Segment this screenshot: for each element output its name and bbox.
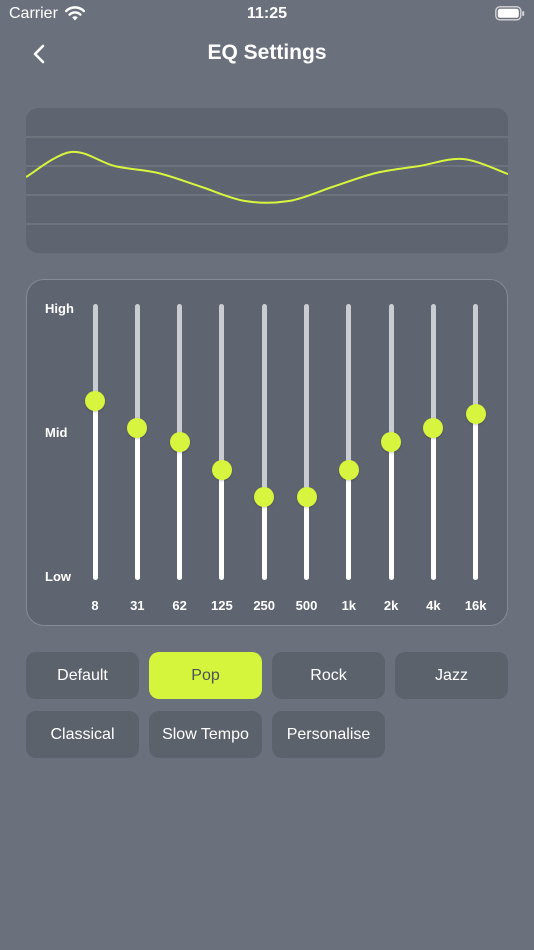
eq-slider-fill — [134, 428, 140, 580]
eq-slider-knob[interactable] — [85, 390, 105, 411]
eq-slider-knob[interactable] — [211, 459, 232, 480]
preset-rock-button[interactable]: Rock — [272, 652, 385, 699]
eq-slider-fill — [388, 442, 394, 580]
eq-slider-16k[interactable] — [465, 304, 486, 580]
eq-slider-fill — [430, 428, 436, 580]
preset-jazz-button[interactable]: Jazz — [395, 652, 508, 699]
eq-slider-knob[interactable] — [296, 487, 317, 508]
eq-slider-fill — [177, 442, 183, 580]
eq-curve-graph — [26, 136, 508, 225]
eq-slider-fill — [473, 414, 479, 580]
eq-curve-preview — [26, 108, 508, 253]
status-bar: Carrier 11:25 — [0, 0, 534, 30]
eq-slider-8[interactable] — [85, 304, 105, 580]
level-label-high: High — [45, 301, 74, 316]
eq-slider-knob[interactable] — [169, 432, 190, 452]
frequency-label: 4k — [426, 598, 441, 613]
clock: 11:25 — [246, 5, 288, 22]
level-label-mid: Mid — [45, 425, 68, 440]
frequency-label: 125 — [211, 598, 233, 613]
eq-slider-fill — [304, 497, 309, 580]
level-label-low: Low — [45, 569, 71, 584]
eq-slider-250[interactable] — [254, 304, 275, 580]
frequency-label: 8 — [91, 598, 99, 613]
eq-slider-knob[interactable] — [423, 418, 444, 439]
frequency-label: 250 — [253, 598, 276, 613]
eq-slider-fill — [346, 469, 352, 580]
frequency-label: 31 — [130, 598, 145, 613]
eq-slider-62[interactable] — [169, 304, 190, 580]
frequency-label: 16k — [464, 598, 487, 613]
eq-slider-125[interactable] — [211, 304, 232, 580]
eq-slider-fill — [219, 469, 225, 580]
eq-slider-fill — [261, 497, 267, 580]
preset-slow-tempo-button[interactable]: Slow Tempo — [149, 711, 262, 758]
eq-slider-2k[interactable] — [381, 304, 402, 580]
eq-slider-knob[interactable] — [127, 418, 148, 439]
equalizer-panel: High Mid Low 8 31 62 125 250 500 1k 2k 4k 16k — [26, 279, 508, 626]
page-title: EQ Settings — [207, 41, 327, 64]
battery-icon — [495, 6, 525, 21]
frequency-label: 500 — [295, 598, 318, 613]
frequency-label: 1k — [341, 598, 357, 613]
eq-slider-31[interactable] — [127, 304, 148, 580]
eq-slider-1k[interactable] — [338, 304, 359, 580]
frequency-label: 62 — [172, 598, 187, 613]
preset-personalise-button[interactable]: Personalise — [272, 711, 385, 758]
eq-slider-knob[interactable] — [381, 432, 402, 452]
eq-slider-500[interactable] — [296, 304, 317, 580]
eq-slider-4k[interactable] — [423, 304, 444, 580]
eq-slider-knob[interactable] — [254, 487, 275, 508]
preset-default-button[interactable]: Default — [26, 652, 139, 699]
frequency-label: 2k — [383, 598, 399, 613]
eq-slider-fill — [92, 400, 98, 580]
eq-slider-knob[interactable] — [465, 404, 486, 425]
preset-classical-button[interactable]: Classical — [26, 711, 139, 758]
preset-pop-button[interactable]: Pop — [149, 652, 262, 699]
eq-slider-knob[interactable] — [338, 459, 359, 480]
